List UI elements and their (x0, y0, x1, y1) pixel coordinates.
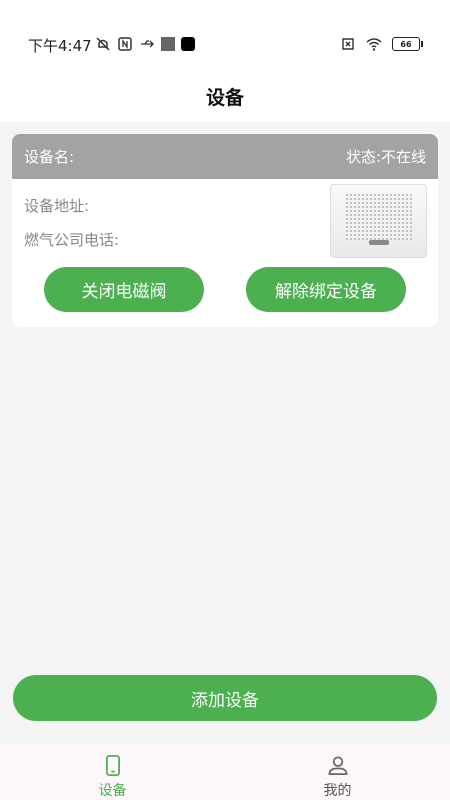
page-title: 设备 (205, 86, 244, 109)
add-device-button[interactable]: 添加设备 (13, 675, 437, 721)
device-card-body: 设备地址: 燃气公司电话: 关闭电磁阀 解除绑定设备 (12, 179, 438, 327)
tab-device[interactable]: 设备 (0, 745, 225, 800)
device-card: 设备名: 状态:不在线 设备地址: 燃气公司电话: 关闭电磁阀 解除绑定设备 (12, 134, 438, 327)
person-icon (328, 756, 347, 775)
tab-device-label: 设备 (98, 783, 127, 799)
close-valve-button[interactable]: 关闭电磁阀 (44, 267, 204, 312)
status-time: 下午4:47 (28, 37, 92, 55)
tab-mine-label: 我的 (323, 783, 352, 799)
device-address-label: 设备地址: (24, 197, 90, 215)
status-bar: 下午4:47 66 (0, 0, 450, 70)
gas-company-phone-label: 燃气公司电话: (24, 231, 120, 249)
battery-icon: 66 (392, 37, 423, 51)
sim-off-icon (342, 38, 354, 50)
device-status-label: 状态:不在线 (345, 148, 426, 166)
bottom-tab-bar: 设备 我的 (0, 745, 450, 800)
device-card-header: 设备名: 状态:不在线 (12, 134, 438, 179)
usb-icon (141, 40, 154, 48)
nfc-icon (118, 37, 132, 51)
unbind-device-button[interactable]: 解除绑定设备 (246, 267, 406, 312)
mute-icon (96, 37, 110, 51)
app-notification-icon (161, 37, 175, 51)
app-notification-icon-2 (181, 37, 195, 51)
phone-icon (105, 755, 120, 776)
device-image (330, 184, 427, 258)
wifi-icon (366, 38, 382, 51)
battery-level: 66 (400, 39, 412, 49)
title-bar: 设备 (0, 70, 450, 122)
tab-mine[interactable]: 我的 (225, 745, 450, 800)
device-name-label: 设备名: (24, 148, 75, 166)
